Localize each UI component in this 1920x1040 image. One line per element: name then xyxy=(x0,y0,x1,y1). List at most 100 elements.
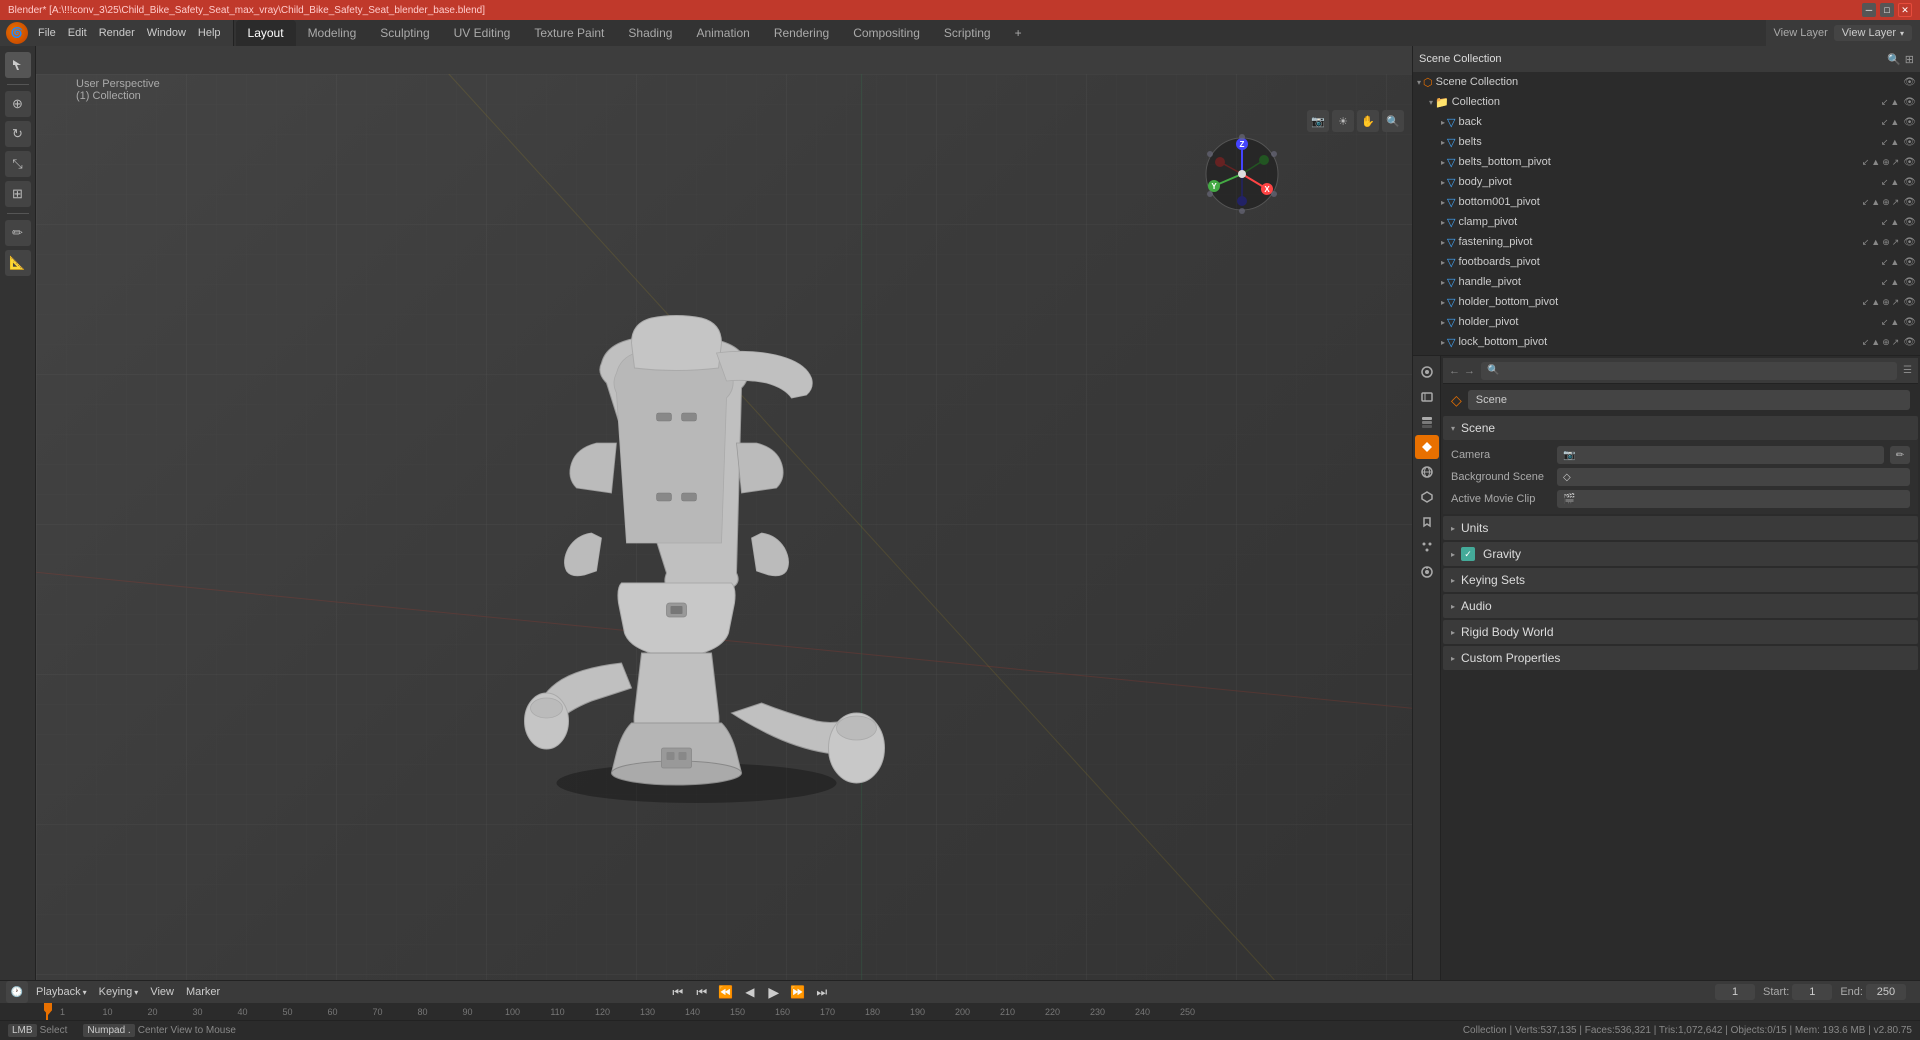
minimize-button[interactable]: ─ xyxy=(1862,3,1876,17)
outliner-search-icon[interactable]: 🔍 xyxy=(1887,53,1901,66)
outliner-filter-icon[interactable]: ⊞ xyxy=(1905,53,1914,66)
step-back-btn[interactable]: ⏪ xyxy=(716,982,736,1002)
belts-bottom-visibility[interactable]: 👁 xyxy=(1903,157,1916,168)
holder-bottom-expand[interactable]: ▸ xyxy=(1441,298,1445,307)
camera-field-value[interactable]: 📷 xyxy=(1557,446,1884,464)
footboards-expand[interactable]: ▸ xyxy=(1441,258,1445,267)
handle-visibility[interactable]: 👁 xyxy=(1903,277,1916,288)
measure-tool-button[interactable]: 📐 xyxy=(5,250,31,276)
fastening-visibility[interactable]: 👁 xyxy=(1903,237,1916,248)
rotate-tool-button[interactable]: ↻ xyxy=(5,121,31,147)
belts-bottom-icon-2[interactable]: ▲ xyxy=(1871,157,1880,168)
viewport-tool-search[interactable]: 🔍 xyxy=(1382,110,1404,132)
bottom001-expand[interactable]: ▸ xyxy=(1441,198,1445,207)
handle-icon-2[interactable]: ▲ xyxy=(1890,277,1899,288)
belts-icon-2[interactable]: ▲ xyxy=(1890,137,1899,148)
bottom001-icon-1[interactable]: ↙ xyxy=(1862,197,1870,208)
scene-section-header[interactable]: ▾ Scene xyxy=(1443,416,1918,440)
collection-restrict-viewport[interactable]: ▲ xyxy=(1890,97,1899,108)
fastening-expand[interactable]: ▸ xyxy=(1441,238,1445,247)
jump-start-btn[interactable]: ⏮ xyxy=(668,982,688,1002)
back-icon-2[interactable]: ▲ xyxy=(1890,117,1899,128)
collection-visibility-icon[interactable]: 👁 xyxy=(1903,97,1916,108)
tab-modeling[interactable]: Modeling xyxy=(296,20,369,46)
outliner-row-lock-bottom[interactable]: ▸ ▽ lock_bottom_pivot ↙ ▲ ⊕ ↗ 👁 xyxy=(1413,332,1920,352)
gravity-section-header[interactable]: ▸ ✓ Gravity xyxy=(1443,542,1918,566)
outliner-row-footboards[interactable]: ▸ ▽ footboards_pivot ↙ ▲ 👁 xyxy=(1413,252,1920,272)
outliner-row-clamp[interactable]: ▸ ▽ clamp_pivot ↙ ▲ 👁 xyxy=(1413,212,1920,232)
back-expand-icon[interactable]: ▸ xyxy=(1441,118,1445,127)
props-icon-world[interactable] xyxy=(1415,460,1439,484)
handle-expand[interactable]: ▸ xyxy=(1441,278,1445,287)
tab-animation[interactable]: Animation xyxy=(684,20,761,46)
menu-edit[interactable]: Edit xyxy=(62,25,93,41)
outliner-row-body[interactable]: ▸ ▽ body_pivot ↙ ▲ 👁 xyxy=(1413,172,1920,192)
lock-bottom-icon-1[interactable]: ↙ xyxy=(1862,337,1870,348)
clamp-visibility[interactable]: 👁 xyxy=(1903,217,1916,228)
play-reverse-btn[interactable]: ◀ xyxy=(740,982,760,1002)
lock-bottom-expand[interactable]: ▸ xyxy=(1441,338,1445,347)
footboards-icon-1[interactable]: ↙ xyxy=(1881,257,1889,268)
scale-tool-button[interactable]: ⤡ xyxy=(5,151,31,177)
belts-icon-1[interactable]: ↙ xyxy=(1881,137,1889,148)
scene-3d-area[interactable]: Z X Y xyxy=(36,74,1412,980)
outliner-row-belts-bottom[interactable]: ▸ ▽ belts_bottom_pivot ↙ ▲ ⊕ ↗ 👁 xyxy=(1413,152,1920,172)
fastening-icon-4[interactable]: ↗ xyxy=(1892,237,1900,248)
fastening-icon-1[interactable]: ↙ xyxy=(1862,237,1870,248)
holder-bottom-visibility[interactable]: 👁 xyxy=(1903,297,1916,308)
props-icon-physics[interactable] xyxy=(1415,560,1439,584)
jump-prev-keyframe-btn[interactable]: ⏮ xyxy=(692,982,712,1002)
tab-sculpting[interactable]: Sculpting xyxy=(368,20,441,46)
viewport-gizmo-widget[interactable]: Z X Y xyxy=(1202,134,1282,214)
menu-file[interactable]: File xyxy=(32,25,62,41)
belts-bottom-icon-1[interactable]: ↙ xyxy=(1862,157,1870,168)
body-visibility[interactable]: 👁 xyxy=(1903,177,1916,188)
tab-uv-editing[interactable]: UV Editing xyxy=(442,20,523,46)
blender-logo[interactable]: 🌀 xyxy=(6,22,28,44)
footboards-visibility[interactable]: 👁 xyxy=(1903,257,1916,268)
close-button[interactable]: ✕ xyxy=(1898,3,1912,17)
lock-bottom-icon-2[interactable]: ▲ xyxy=(1871,337,1880,348)
menu-render[interactable]: Render xyxy=(93,25,141,41)
outliner-row-belts[interactable]: ▸ ▽ belts ↙ ▲ 👁 xyxy=(1413,132,1920,152)
scene-collection-visibility-icon[interactable]: 👁 xyxy=(1903,77,1916,88)
holder-bottom-icon-2[interactable]: ▲ xyxy=(1871,297,1880,308)
timeline-ruler[interactable]: 1 10 20 30 40 50 60 70 80 90 100 110 120… xyxy=(0,1003,1920,1020)
tab-rendering[interactable]: Rendering xyxy=(762,20,841,46)
outliner-row-collection[interactable]: ▾ 📁 Collection ↙ ▲ 👁 xyxy=(1413,92,1920,112)
body-icon-1[interactable]: ↙ xyxy=(1881,177,1889,188)
holder-bottom-icon-1[interactable]: ↙ xyxy=(1862,297,1870,308)
tab-shading[interactable]: Shading xyxy=(616,20,684,46)
handle-icon-1[interactable]: ↙ xyxy=(1881,277,1889,288)
marker-menu-btn[interactable]: Marker xyxy=(182,984,224,1000)
current-frame-input[interactable]: 1 xyxy=(1715,984,1755,1000)
units-section-header[interactable]: ▸ Units xyxy=(1443,516,1918,540)
outliner-row-holder-bottom[interactable]: ▸ ▽ holder_bottom_pivot ↙ ▲ ⊕ ↗ 👁 xyxy=(1413,292,1920,312)
scene-name-input[interactable]: Scene xyxy=(1468,390,1910,410)
props-back-btn[interactable]: ← xyxy=(1449,365,1460,377)
timeline-icon[interactable]: 🕐 xyxy=(6,981,28,1003)
menu-window[interactable]: Window xyxy=(141,25,192,41)
start-frame-input[interactable]: 1 xyxy=(1792,984,1832,1000)
belts-visibility[interactable]: 👁 xyxy=(1903,137,1916,148)
viewport-tool-hand[interactable]: ✋ xyxy=(1357,110,1379,132)
menu-help[interactable]: Help xyxy=(192,25,227,41)
tab-compositing[interactable]: Compositing xyxy=(841,20,932,46)
active-movie-clip-value[interactable]: 🎬 xyxy=(1557,490,1910,508)
holder-visibility[interactable]: 👁 xyxy=(1903,317,1916,328)
outliner-row-scene-collection[interactable]: ▾ ⬡ Scene Collection 👁 xyxy=(1413,72,1920,92)
fastening-icon-2[interactable]: ▲ xyxy=(1871,237,1880,248)
holder-icon-2[interactable]: ▲ xyxy=(1890,317,1899,328)
playback-menu-btn[interactable]: Playback ▾ xyxy=(32,984,91,1000)
rigid-body-header[interactable]: ▸ Rigid Body World xyxy=(1443,620,1918,644)
outliner-row-bottom001[interactable]: ▸ ▽ bottom001_pivot ↙ ▲ ⊕ ↗ 👁 xyxy=(1413,192,1920,212)
scene-collection-expand-icon[interactable]: ▾ xyxy=(1417,78,1421,87)
back-visibility[interactable]: 👁 xyxy=(1903,117,1916,128)
lock-bottom-icon-4[interactable]: ↗ xyxy=(1892,337,1900,348)
audio-header[interactable]: ▸ Audio xyxy=(1443,594,1918,618)
background-scene-value[interactable]: ◇ xyxy=(1557,468,1910,486)
bottom001-visibility[interactable]: 👁 xyxy=(1903,197,1916,208)
back-icon-1[interactable]: ↙ xyxy=(1881,117,1889,128)
clamp-expand[interactable]: ▸ xyxy=(1441,218,1445,227)
custom-props-header[interactable]: ▸ Custom Properties xyxy=(1443,646,1918,670)
